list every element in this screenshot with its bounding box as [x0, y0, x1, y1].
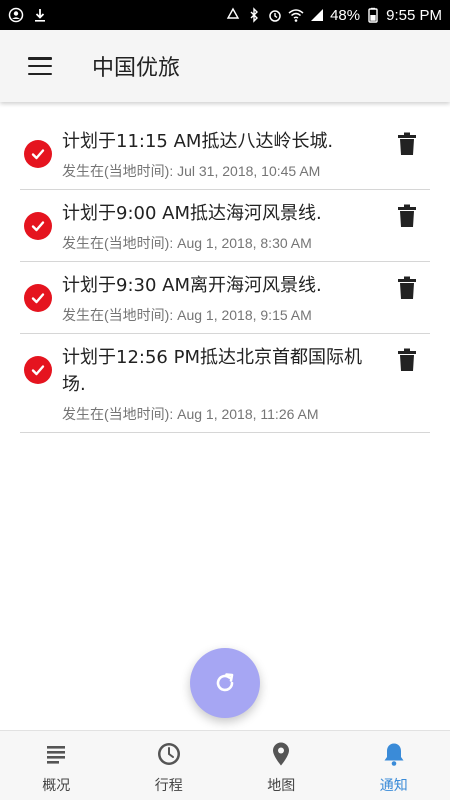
bottom-nav: 概况 行程 地图 通知	[0, 730, 450, 800]
itinerary-clock-icon	[157, 743, 180, 765]
notification-list: 计划于11:15 AM抵达八达岭长城. 发生在(当地时间): Jul 31, 2…	[20, 118, 430, 433]
download-icon	[35, 9, 45, 22]
wifi-icon	[288, 9, 304, 22]
refresh-button[interactable]	[190, 648, 260, 718]
tab-overview-label: 概况	[42, 778, 71, 794]
notification-text: 计划于9:30 AM离开海河风景线.	[62, 275, 322, 296]
tab-overview[interactable]: 概况	[0, 731, 113, 800]
list-item: 计划于12:56 PM抵达北京首都国际机场. 发生在(当地时间): Aug 1,…	[20, 334, 430, 433]
tab-itinerary[interactable]: 行程	[113, 731, 226, 800]
check-circle-icon	[24, 284, 52, 312]
refresh-icon	[216, 673, 234, 692]
notification-time: 发生在(当地时间): Aug 1, 2018, 9:15 AM	[62, 307, 312, 323]
list-item: 计划于9:00 AM抵达海河风景线. 发生在(当地时间): Aug 1, 201…	[20, 190, 430, 262]
check-circle-icon	[24, 356, 52, 384]
notification-text: 计划于11:15 AM抵达八达岭长城.	[62, 131, 334, 152]
status-bar: 48% 9:55 PM	[0, 0, 450, 30]
trash-icon[interactable]	[384, 272, 430, 325]
check-circle-icon	[24, 140, 52, 168]
tab-notifications[interactable]: 通知	[338, 731, 450, 800]
trash-icon[interactable]	[384, 344, 430, 424]
signal-icon	[311, 9, 324, 21]
status-time: 9:55 PM	[386, 6, 442, 24]
account-icon	[8, 7, 24, 23]
list-item: 计划于11:15 AM抵达八达岭长城. 发生在(当地时间): Jul 31, 2…	[20, 118, 430, 190]
tab-itinerary-label: 行程	[154, 778, 183, 794]
trash-icon[interactable]	[384, 200, 430, 253]
notification-time: 发生在(当地时间): Jul 31, 2018, 10:45 AM	[62, 163, 321, 179]
recycle-icon	[226, 7, 240, 19]
bell-icon	[384, 743, 404, 766]
check-circle-icon	[24, 212, 52, 240]
app-bar: 中国优旅	[0, 30, 450, 102]
battery-icon	[368, 7, 378, 23]
tab-map-label: 地图	[267, 778, 296, 794]
trash-icon[interactable]	[384, 128, 430, 181]
notification-time: 发生在(当地时间): Aug 1, 2018, 11:26 AM	[62, 406, 319, 422]
menu-icon[interactable]	[28, 57, 52, 75]
alarm-icon	[269, 10, 281, 22]
page-title: 中国优旅	[92, 56, 181, 81]
notification-text: 计划于9:00 AM抵达海河风景线.	[62, 203, 322, 224]
map-pin-icon	[273, 742, 290, 766]
notification-text: 计划于12:56 PM抵达北京首都国际机场.	[62, 347, 362, 395]
tab-map[interactable]: 地图	[225, 731, 338, 800]
battery-percent: 48%	[330, 6, 361, 24]
list-item: 计划于9:30 AM离开海河风景线. 发生在(当地时间): Aug 1, 201…	[20, 262, 430, 334]
notification-time: 发生在(当地时间): Aug 1, 2018, 8:30 AM	[62, 235, 312, 251]
overview-icon	[47, 746, 66, 764]
tab-notifications-label: 通知	[379, 778, 408, 794]
bluetooth-icon	[250, 7, 259, 23]
